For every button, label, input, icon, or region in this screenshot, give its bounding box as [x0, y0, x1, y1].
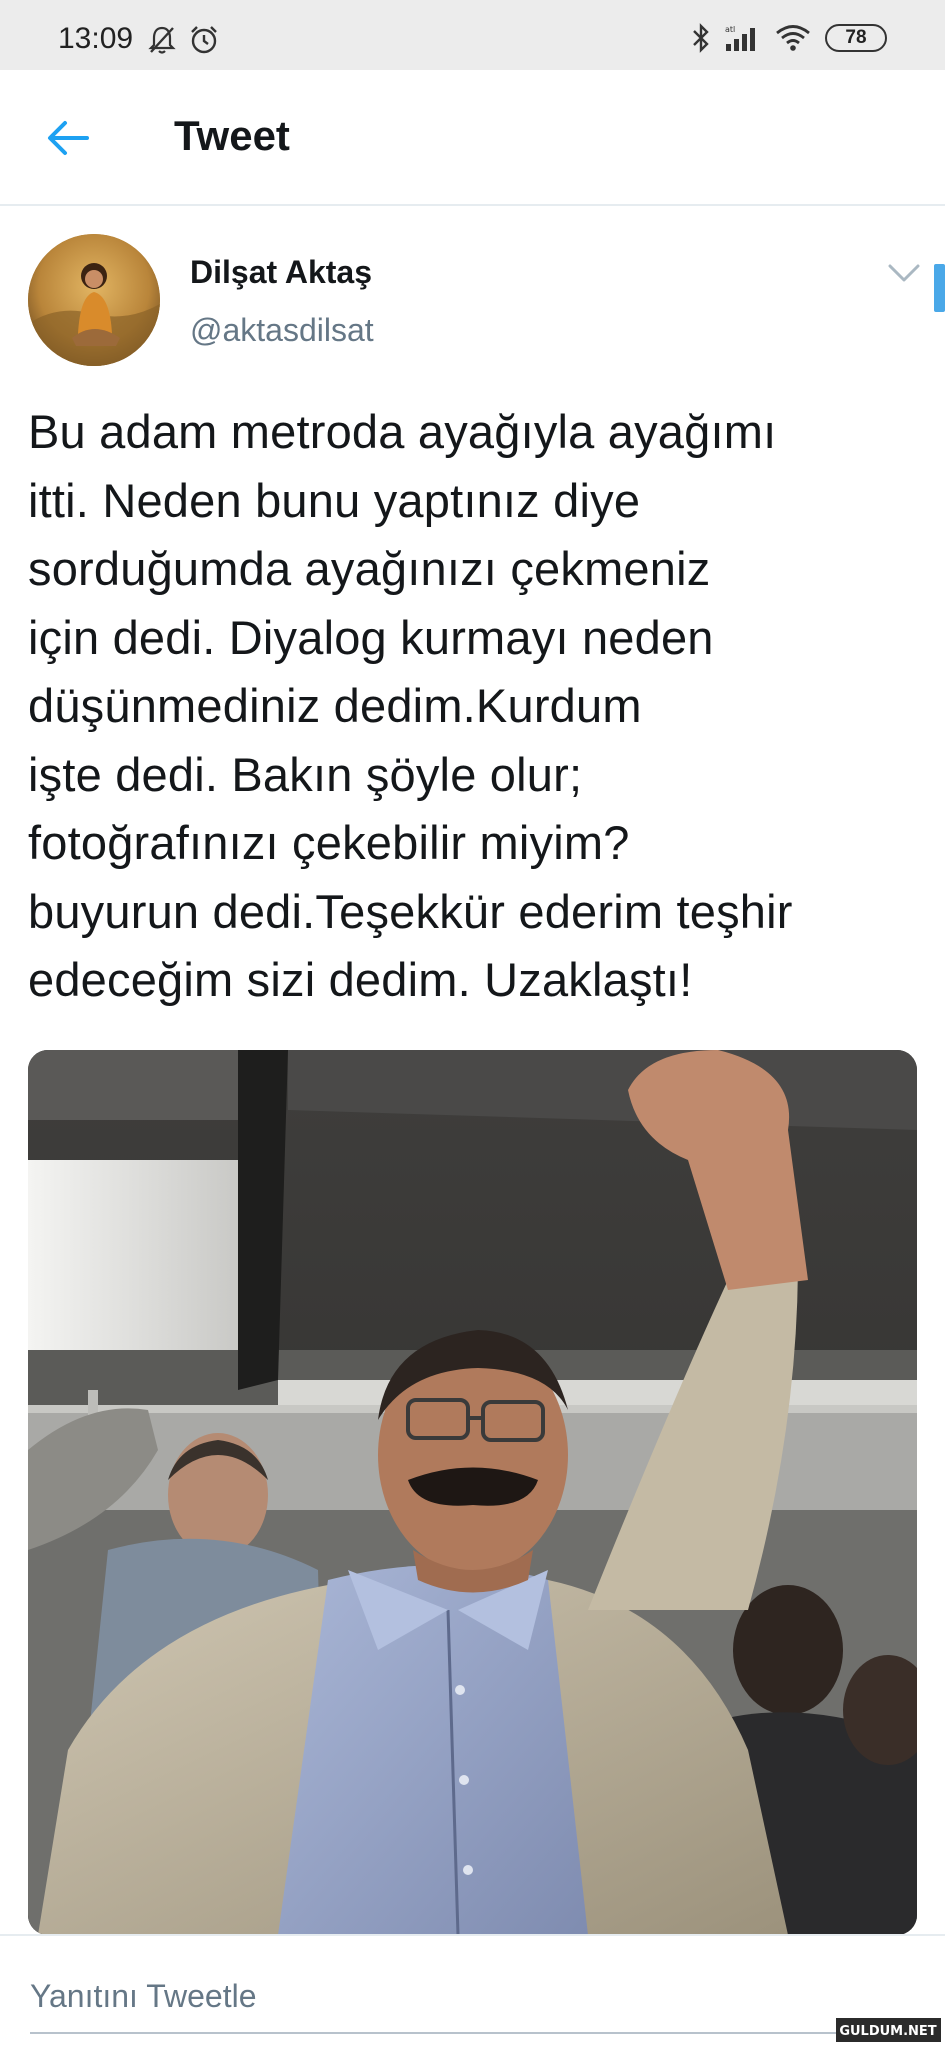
app-header: Tweet — [0, 70, 945, 206]
alarm-icon — [191, 26, 217, 54]
status-bar: 13:09 atl 78 — [0, 0, 945, 70]
subway-photo — [28, 1050, 917, 1935]
svg-text:atl: atl — [725, 25, 735, 34]
scrollbar[interactable] — [934, 264, 945, 312]
author-handle[interactable]: @aktasdilsat — [190, 312, 374, 349]
reply-input[interactable]: Yanıtını Tweetle — [30, 1978, 257, 2015]
wifi-icon — [776, 25, 810, 51]
page-title: Tweet — [174, 112, 290, 159]
reply-input-underline — [30, 2032, 916, 2034]
tweet-text: Bu adam metroda ayağıyla ayağımı itti. N… — [28, 405, 793, 1006]
watermark-logo: GULDUM.NET — [836, 2018, 941, 2042]
battery-indicator: 78 — [825, 24, 887, 52]
bluetooth-icon — [693, 23, 709, 53]
chevron-down-icon — [888, 264, 920, 282]
arrow-left-icon — [48, 121, 89, 155]
back-button[interactable] — [40, 110, 96, 166]
svg-text:GULDUM.NET: GULDUM.NET — [839, 2024, 936, 2039]
tweet-photo[interactable] — [28, 1050, 917, 1935]
tweet-options-button[interactable] — [884, 258, 924, 288]
reply-bar: Yanıtını Tweetle GULDUM.NET — [0, 1934, 945, 2048]
avatar[interactable] — [28, 234, 160, 366]
avatar-image — [28, 234, 160, 366]
author-name[interactable]: Dilşat Aktaş — [190, 254, 372, 291]
bell-off-icon — [148, 26, 176, 54]
status-left-icons — [146, 24, 220, 56]
signal-icon: atl — [725, 25, 755, 51]
status-time: 13:09 — [58, 22, 134, 55]
status-right-icons: atl 78 — [691, 22, 887, 54]
